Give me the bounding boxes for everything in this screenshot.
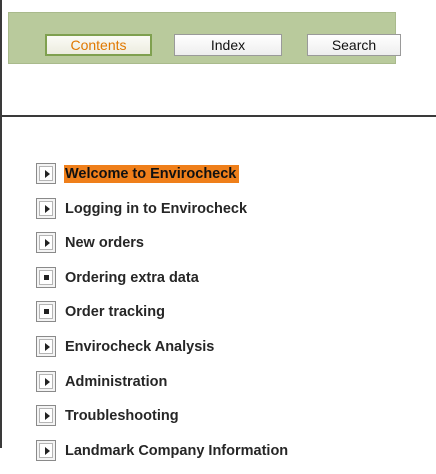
toc-item-label[interactable]: Logging in to Envirocheck xyxy=(65,200,247,218)
page-arrow-icon[interactable] xyxy=(36,163,56,184)
tab-search[interactable]: Search xyxy=(307,34,401,56)
page-arrow-icon[interactable] xyxy=(36,335,56,357)
page-arrow-icon[interactable] xyxy=(36,370,56,392)
page-bullet-icon[interactable] xyxy=(36,301,56,323)
page-arrow-icon[interactable] xyxy=(36,405,56,427)
toc-item-label[interactable]: New orders xyxy=(65,234,144,252)
page-arrow-icon[interactable] xyxy=(36,439,56,461)
toc-item-label[interactable]: Ordering extra data xyxy=(65,269,199,287)
section-divider xyxy=(0,115,436,117)
toc-item-label[interactable]: Troubleshooting xyxy=(65,407,179,425)
tab-index[interactable]: Index xyxy=(174,34,282,56)
page-bullet-icon[interactable] xyxy=(36,266,56,288)
toc-item-label[interactable]: Welcome to Envirocheck xyxy=(64,165,240,183)
toc-item-label[interactable]: Envirocheck Analysis xyxy=(65,338,214,356)
page-arrow-icon[interactable] xyxy=(36,232,56,254)
left-border xyxy=(0,0,2,448)
page-arrow-icon[interactable] xyxy=(36,197,56,219)
toc-item-label[interactable]: Administration xyxy=(65,373,167,391)
toc-item-label[interactable]: Landmark Company Information xyxy=(65,442,288,460)
help-tab-bar: Contents Index Search xyxy=(8,12,401,64)
tab-contents[interactable]: Contents xyxy=(45,34,152,56)
toc-item-label[interactable]: Order tracking xyxy=(65,303,165,321)
